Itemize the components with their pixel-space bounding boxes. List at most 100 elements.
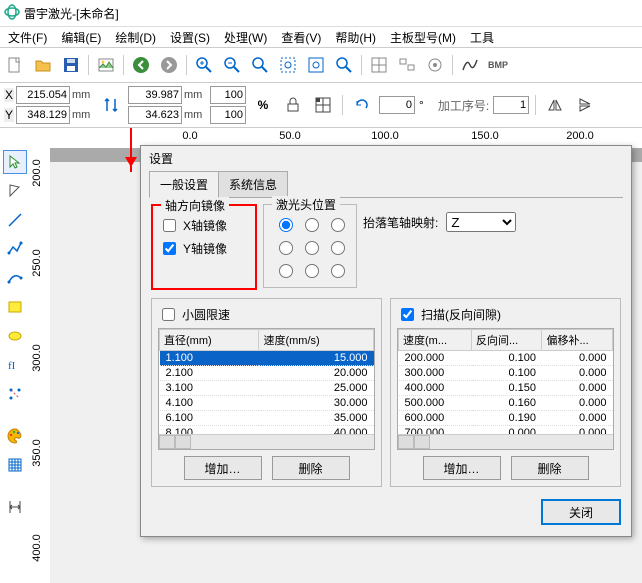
seq-input[interactable]: [493, 96, 529, 114]
select-tool-icon[interactable]: [3, 150, 27, 174]
image-icon[interactable]: [93, 52, 119, 78]
percent-icon[interactable]: %: [250, 92, 276, 118]
menu-file[interactable]: 文件(F): [2, 27, 53, 48]
table-row: 600.0000.1900.000: [399, 411, 613, 426]
node-tool-icon[interactable]: [3, 179, 27, 203]
rotate-icon[interactable]: [349, 92, 375, 118]
table-row: 3.10025.000: [160, 381, 374, 396]
coordinate-bar: Xmm Ymm mm mm % ° 加工序号:: [0, 83, 642, 128]
menu-view[interactable]: 查看(V): [275, 27, 327, 48]
open-file-icon[interactable]: [30, 52, 56, 78]
pen-axis-row: 抬落笔轴映射: Z: [363, 212, 516, 232]
laser-pos-radio[interactable]: [331, 241, 345, 255]
toolbar-main: BMP: [0, 48, 642, 83]
x-input[interactable]: [16, 86, 70, 104]
laser-pos-radio[interactable]: [305, 264, 319, 278]
scan-add-button[interactable]: 增加…: [423, 456, 501, 480]
flip-v-icon[interactable]: [572, 92, 598, 118]
menubar: 文件(F) 编辑(E) 绘制(D) 设置(S) 处理(W) 查看(V) 帮助(H…: [0, 27, 642, 48]
window-title: 雷宇激光-[未命名]: [24, 5, 119, 22]
titlebar: 雷宇激光-[未命名]: [0, 0, 642, 27]
scrollbar[interactable]: [159, 434, 374, 449]
zoom-out-icon[interactable]: [219, 52, 245, 78]
flip-h-icon[interactable]: [542, 92, 568, 118]
y-mirror-checkbox[interactable]: Y轴镜像: [159, 239, 249, 258]
annotation-arrow-icon: [130, 128, 132, 172]
table-row: 300.0000.1000.000: [399, 366, 613, 381]
scale2-input[interactable]: [210, 106, 246, 124]
point-tool-icon[interactable]: [3, 382, 27, 406]
pen-axis-select[interactable]: Z: [446, 212, 516, 232]
zoom-pan-icon[interactable]: [331, 52, 357, 78]
menu-tools[interactable]: 工具: [464, 27, 500, 48]
rotate-input[interactable]: [379, 96, 415, 114]
circle-add-button[interactable]: 增加…: [184, 456, 262, 480]
zoom-all-icon[interactable]: [303, 52, 329, 78]
y-input[interactable]: [16, 106, 70, 124]
ellipse-tool-icon[interactable]: [3, 324, 27, 348]
close-button[interactable]: 关闭: [541, 499, 621, 525]
ruler-vertical: 200.0 250.0 300.0 350.0 400.0: [30, 148, 51, 583]
line-tool-icon[interactable]: [3, 208, 27, 232]
rect-tool-icon[interactable]: [3, 295, 27, 319]
laser-pos-radio[interactable]: [279, 241, 293, 255]
measure-tool-icon[interactable]: [3, 495, 27, 519]
align-icon[interactable]: [394, 52, 420, 78]
seq-label: 加工序号:: [438, 97, 489, 114]
palette-tool-icon[interactable]: [3, 424, 27, 448]
zoom-fit-icon[interactable]: [275, 52, 301, 78]
new-file-icon[interactable]: [2, 52, 28, 78]
table-row: 2.10020.000: [160, 366, 374, 381]
settings-icon[interactable]: [422, 52, 448, 78]
zoom-region-icon[interactable]: [247, 52, 273, 78]
table-row: 6.10035.000: [160, 411, 374, 426]
circle-speed-table[interactable]: 直径(mm)速度(mm/s) 1.10015.000 2.10020.000 3…: [158, 328, 375, 450]
lock-icon[interactable]: [280, 92, 306, 118]
circle-speed-panel: 小圆限速 直径(mm)速度(mm/s) 1.10015.000 2.10020.…: [151, 298, 382, 487]
menu-edit[interactable]: 编辑(E): [55, 27, 107, 48]
laser-pos-radio[interactable]: [331, 264, 345, 278]
circle-speed-checkbox[interactable]: [162, 308, 175, 321]
menu-draw[interactable]: 绘制(D): [109, 27, 162, 48]
width-input[interactable]: [128, 86, 182, 104]
forward-icon[interactable]: [156, 52, 182, 78]
polyline-tool-icon[interactable]: [3, 237, 27, 261]
swap-icon[interactable]: [98, 92, 124, 118]
grid-icon[interactable]: [366, 52, 392, 78]
table-row: 200.0000.1000.000: [399, 351, 613, 366]
degree-icon: °: [419, 98, 424, 112]
laser-pos-radio[interactable]: [305, 218, 319, 232]
circle-delete-button[interactable]: 删除: [272, 456, 350, 480]
menu-board[interactable]: 主板型号(M): [384, 27, 462, 48]
laser-pos-radio[interactable]: [279, 218, 293, 232]
settings-dialog: 设置 一般设置 系统信息 轴方向镜像 X轴镜像 Y轴镜像 激光头位置: [140, 145, 632, 537]
pen-axis-label: 抬落笔轴映射:: [363, 214, 438, 231]
tab-system[interactable]: 系统信息: [218, 171, 288, 197]
x-mirror-checkbox[interactable]: X轴镜像: [159, 216, 249, 235]
laser-pos-radio[interactable]: [305, 241, 319, 255]
laser-pos-radio[interactable]: [279, 264, 293, 278]
height-input[interactable]: [128, 106, 182, 124]
menu-settings[interactable]: 设置(S): [164, 27, 216, 48]
menu-process[interactable]: 处理(W): [218, 27, 273, 48]
curve-icon[interactable]: [457, 52, 483, 78]
zoom-in-icon[interactable]: [191, 52, 217, 78]
menu-help[interactable]: 帮助(H): [329, 27, 382, 48]
table-row: 500.0000.1600.000: [399, 396, 613, 411]
table-row: 400.0000.1500.000: [399, 381, 613, 396]
save-icon[interactable]: [58, 52, 84, 78]
hatch-tool-icon[interactable]: [3, 453, 27, 477]
laser-pos-radio[interactable]: [331, 218, 345, 232]
anchor-grid-icon[interactable]: [310, 92, 336, 118]
scale1-input[interactable]: [210, 86, 246, 104]
scrollbar[interactable]: [398, 434, 613, 449]
back-icon[interactable]: [128, 52, 154, 78]
scan-delete-button[interactable]: 删除: [511, 456, 589, 480]
text-tool-icon[interactable]: fI: [3, 353, 27, 377]
curve-tool-icon[interactable]: [3, 266, 27, 290]
tab-general[interactable]: 一般设置: [149, 171, 219, 198]
scan-gap-checkbox[interactable]: [401, 308, 414, 321]
bmp-icon[interactable]: BMP: [485, 52, 511, 78]
scan-gap-table[interactable]: 速度(m...反向间...偏移补... 200.0000.1000.000 30…: [397, 328, 614, 450]
x-label: X: [4, 88, 14, 102]
